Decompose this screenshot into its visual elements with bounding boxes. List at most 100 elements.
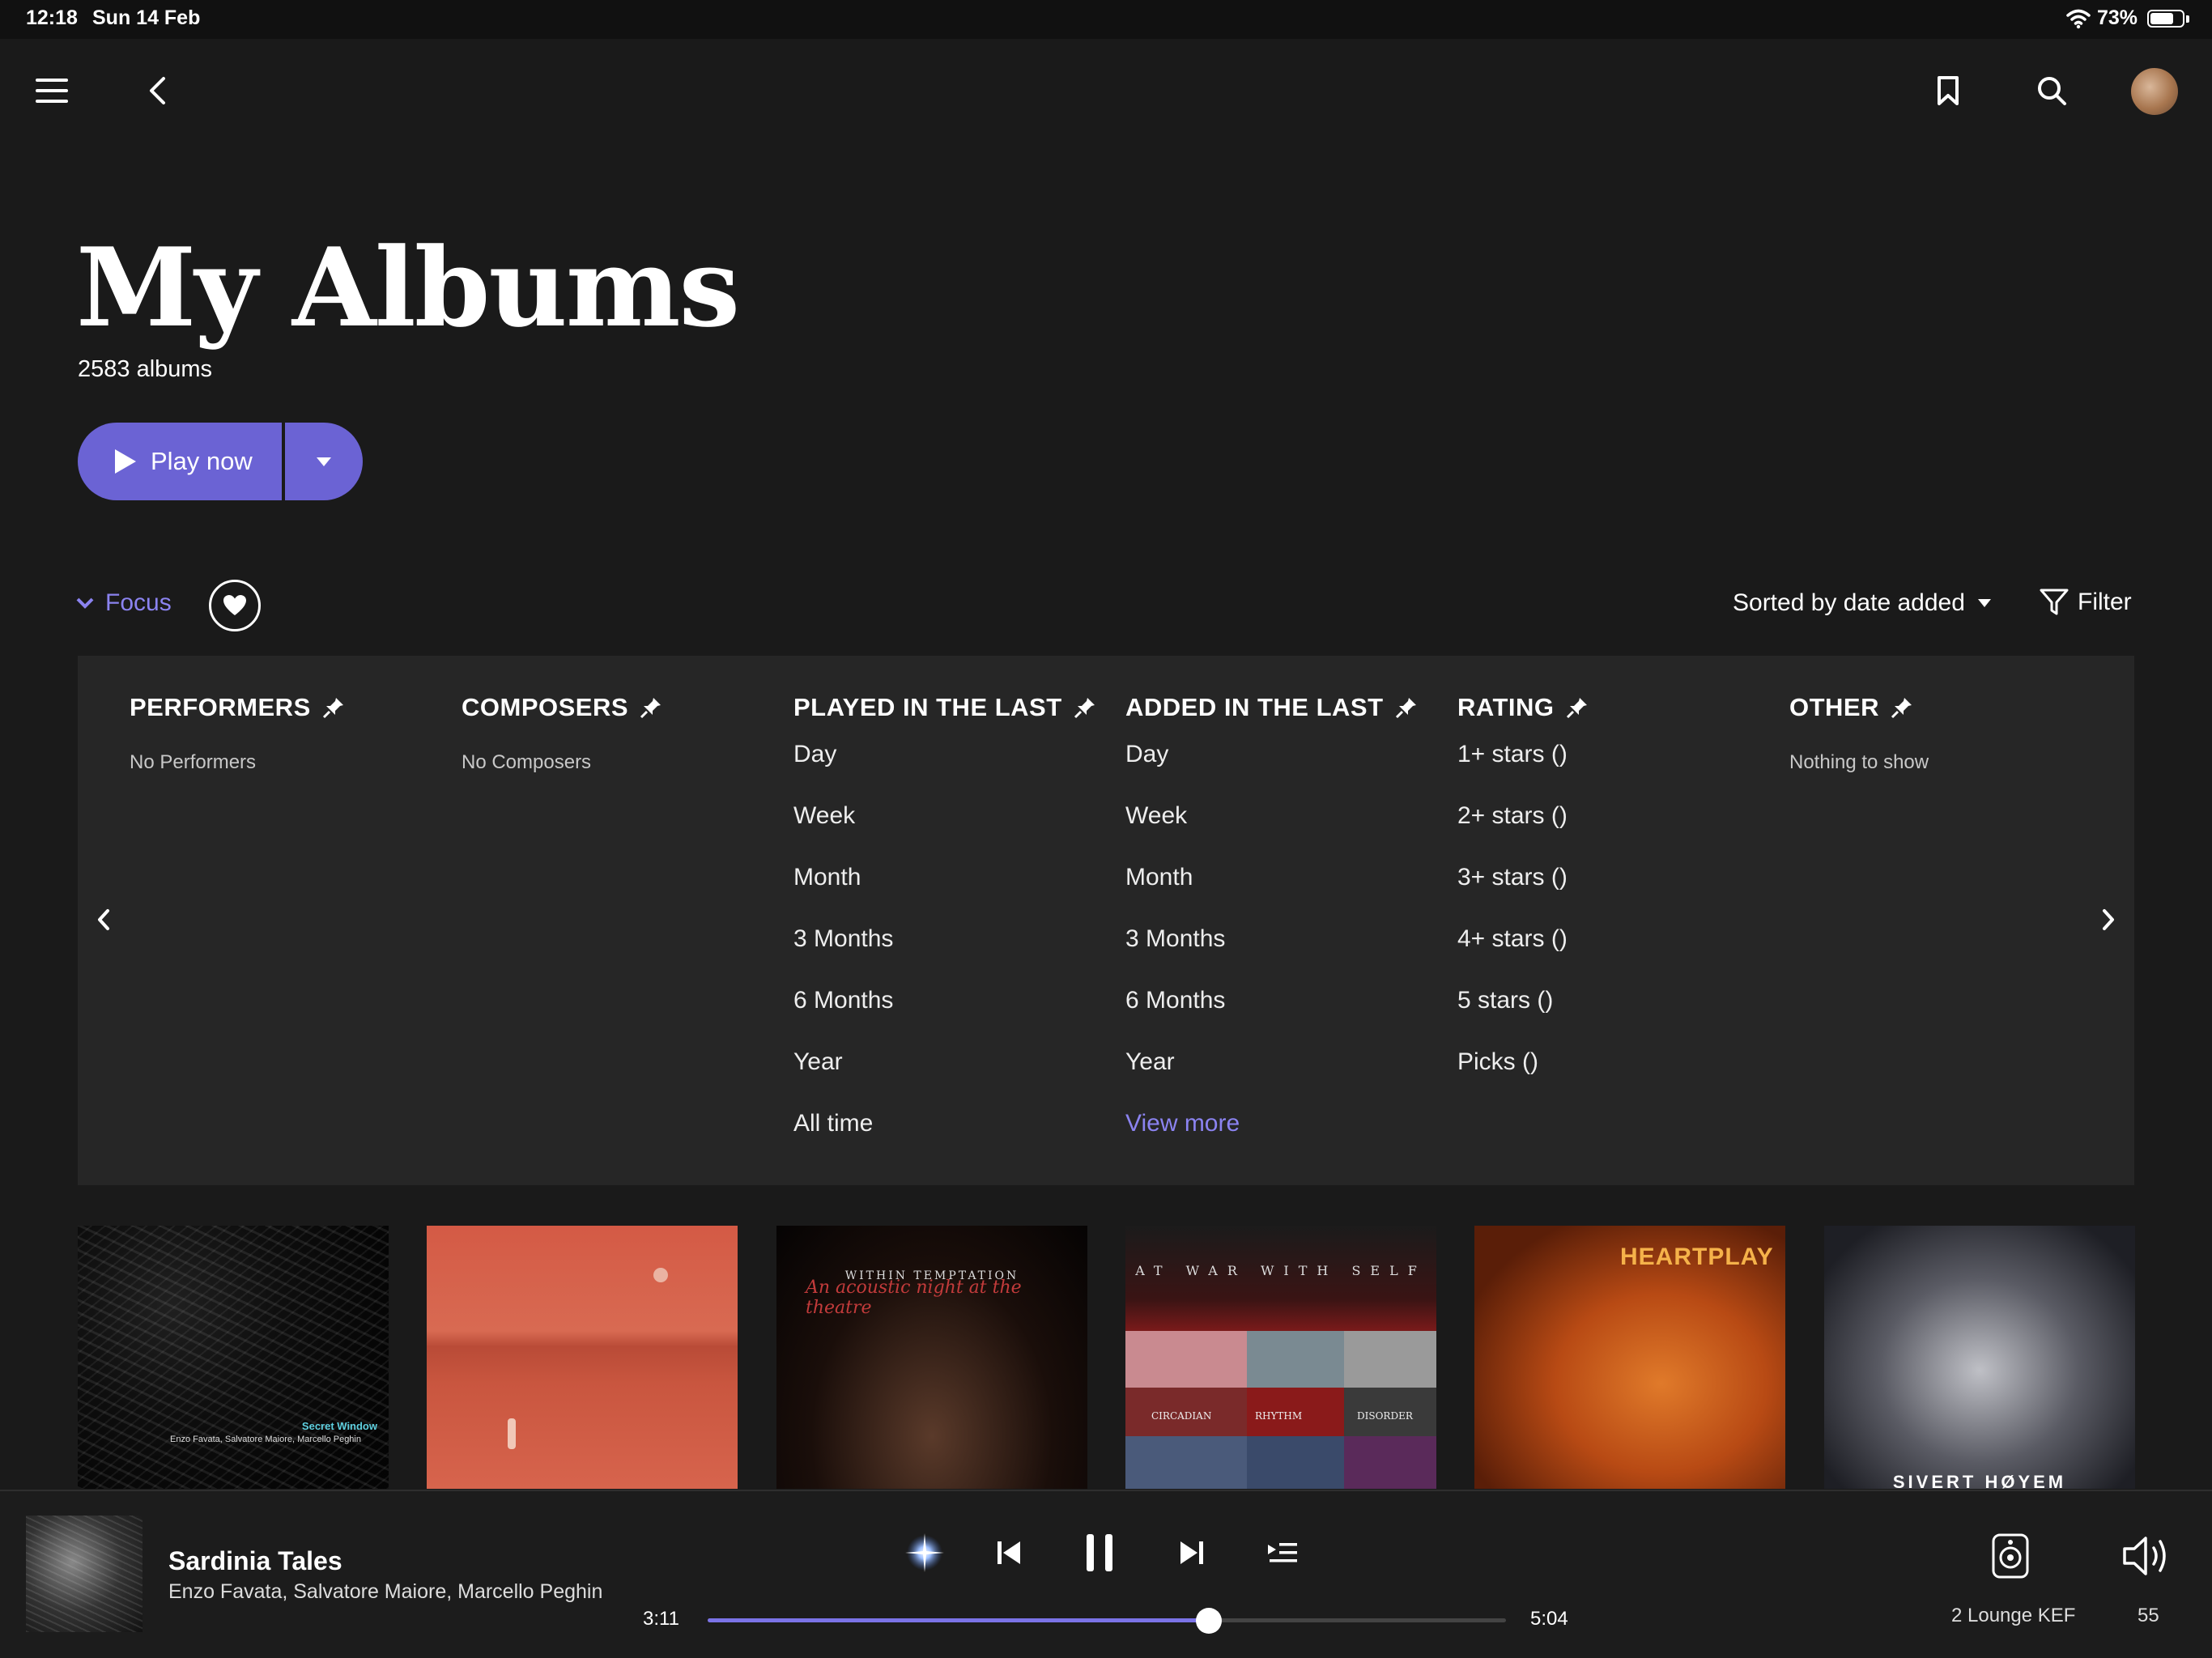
played-option[interactable]: All time	[793, 1109, 1096, 1171]
now-playing-artist[interactable]: Enzo Favata, Salvatore Maiore, Marcello …	[168, 1580, 602, 1604]
album-art-text: Enzo Favata, Salvatore Maiore, Marcello …	[169, 1435, 361, 1444]
album-art-subtitle: An acoustic night at the theatre	[806, 1278, 1022, 1318]
album-art-block	[1125, 1436, 1247, 1489]
volume-level: 55	[2138, 1605, 2159, 1626]
played-title: PLAYED IN THE LAST	[793, 693, 1062, 721]
volume-icon[interactable]	[2121, 1533, 2173, 1579]
album-art-text: SIVERT HØYEM	[1892, 1472, 2067, 1489]
performers-column: PERFORMERS No Performers	[130, 691, 345, 774]
play-now-button[interactable]: Play now	[78, 423, 282, 500]
album-art-block	[1344, 1331, 1436, 1388]
elapsed-time: 3:11	[643, 1608, 679, 1630]
filter-button[interactable]: Filter	[2039, 588, 2132, 617]
album-count: 2583 albums	[78, 356, 213, 382]
seek-bar[interactable]	[708, 1608, 1506, 1634]
favorites-button[interactable]	[209, 580, 261, 631]
performers-empty: No Performers	[130, 751, 257, 773]
added-option[interactable]: Day	[1125, 740, 1418, 801]
played-option[interactable]: 6 Months	[793, 986, 1096, 1048]
album-art-block	[1247, 1436, 1344, 1489]
album-card[interactable]: WITHIN TEMPTATION An acoustic night at t…	[776, 1226, 1087, 1489]
added-option[interactable]: 6 Months	[1125, 986, 1418, 1048]
status-date: Sun 14 Feb	[92, 6, 201, 29]
rating-header: RATING	[1457, 691, 1589, 724]
album-art-moon	[653, 1268, 668, 1282]
battery-tip	[2186, 15, 2189, 23]
played-header: PLAYED IN THE LAST	[793, 691, 1096, 724]
other-empty: Nothing to show	[1789, 751, 1929, 773]
pin-icon[interactable]	[322, 696, 345, 719]
added-option[interactable]: Year	[1125, 1048, 1418, 1109]
seek-fill	[708, 1618, 1210, 1622]
album-art-text: HEARTPLAY	[1620, 1244, 1774, 1270]
rating-option[interactable]: 2+ stars ()	[1457, 801, 1589, 863]
album-art-title: Secret Window	[301, 1420, 377, 1432]
next-track-button[interactable]	[1166, 1527, 1218, 1579]
added-header: ADDED IN THE LAST	[1125, 691, 1418, 724]
queue-icon	[1268, 1543, 1297, 1562]
pause-button[interactable]	[1074, 1527, 1125, 1579]
composers-empty: No Composers	[462, 751, 592, 773]
rating-option[interactable]: 1+ stars ()	[1457, 740, 1589, 801]
added-option[interactable]: Month	[1125, 863, 1418, 925]
play-icon	[115, 449, 136, 474]
rating-option[interactable]: 3+ stars ()	[1457, 863, 1589, 925]
queue-button[interactable]	[1257, 1527, 1308, 1579]
added-column: ADDED IN THE LAST Day Week Month 3 Month…	[1125, 691, 1418, 1171]
played-option[interactable]: Day	[793, 740, 1096, 801]
chevron-down-icon	[76, 597, 94, 609]
composers-header: COMPOSERS	[462, 691, 662, 724]
play-options-button[interactable]	[285, 423, 363, 500]
played-option[interactable]: Week	[793, 801, 1096, 863]
album-art-block	[1344, 1436, 1436, 1489]
album-card[interactable]: SIVERT HØYEM	[1824, 1226, 2135, 1489]
chevron-left-icon	[98, 909, 109, 930]
status-bar: 12:18 Sun 14 Feb 73%	[0, 0, 2212, 39]
pin-icon[interactable]	[1566, 696, 1589, 719]
view-more-link[interactable]: View more	[1125, 1109, 1418, 1171]
album-card[interactable]: Secret Window Enzo Favata, Salvatore Mai…	[78, 1226, 389, 1489]
caret-down-icon	[317, 457, 331, 466]
rating-column: RATING 1+ stars () 2+ stars () 3+ stars …	[1457, 691, 1589, 1109]
avatar[interactable]	[2131, 68, 2178, 115]
performers-title: PERFORMERS	[130, 693, 311, 721]
bookmark-icon[interactable]	[1929, 71, 1967, 110]
now-playing-artwork[interactable]	[26, 1516, 143, 1632]
rating-option[interactable]: 5 stars ()	[1457, 986, 1589, 1048]
battery-icon	[2147, 10, 2184, 28]
device-name[interactable]: 2 Lounge KEF	[1951, 1605, 2075, 1627]
menu-icon[interactable]	[32, 71, 71, 110]
now-playing-title[interactable]: Sardinia Tales	[168, 1546, 342, 1576]
filter-icon	[2040, 589, 2069, 615]
played-option[interactable]: 3 Months	[793, 925, 1096, 986]
played-option[interactable]: Month	[793, 863, 1096, 925]
pin-icon[interactable]	[640, 696, 662, 719]
other-header: OTHER	[1789, 691, 1929, 724]
chevron-right-icon	[2103, 909, 2114, 930]
sparkle-button[interactable]	[899, 1527, 951, 1579]
pin-icon[interactable]	[1891, 696, 1913, 719]
rating-option[interactable]: Picks ()	[1457, 1048, 1589, 1109]
album-card[interactable]	[427, 1226, 738, 1489]
back-icon[interactable]	[139, 71, 175, 110]
other-column: OTHER Nothing to show	[1789, 691, 1929, 774]
panel-prev-button[interactable]	[87, 903, 120, 936]
rating-title: RATING	[1457, 693, 1555, 721]
previous-track-button[interactable]	[983, 1527, 1035, 1579]
added-option[interactable]: 3 Months	[1125, 925, 1418, 986]
focus-toggle[interactable]: Focus	[76, 589, 172, 617]
seek-thumb[interactable]	[1196, 1608, 1223, 1634]
panel-next-button[interactable]	[2092, 903, 2125, 936]
speaker-icon[interactable]	[1990, 1532, 2031, 1580]
album-card[interactable]: AT WAR WITH SELF CIRCADIAN RHYTHM DISORD…	[1125, 1226, 1436, 1489]
played-option[interactable]: Year	[793, 1048, 1096, 1109]
pin-icon[interactable]	[1074, 696, 1096, 719]
rating-option[interactable]: 4+ stars ()	[1457, 925, 1589, 986]
pin-icon[interactable]	[1395, 696, 1418, 719]
sort-dropdown[interactable]: Sorted by date added	[1733, 589, 1991, 617]
played-column: PLAYED IN THE LAST Day Week Month 3 Mont…	[793, 691, 1096, 1171]
search-icon[interactable]	[2032, 71, 2071, 110]
added-option[interactable]: Week	[1125, 801, 1418, 863]
skip-forward-icon	[1180, 1541, 1203, 1564]
album-card[interactable]: HEARTPLAY	[1474, 1226, 1785, 1489]
